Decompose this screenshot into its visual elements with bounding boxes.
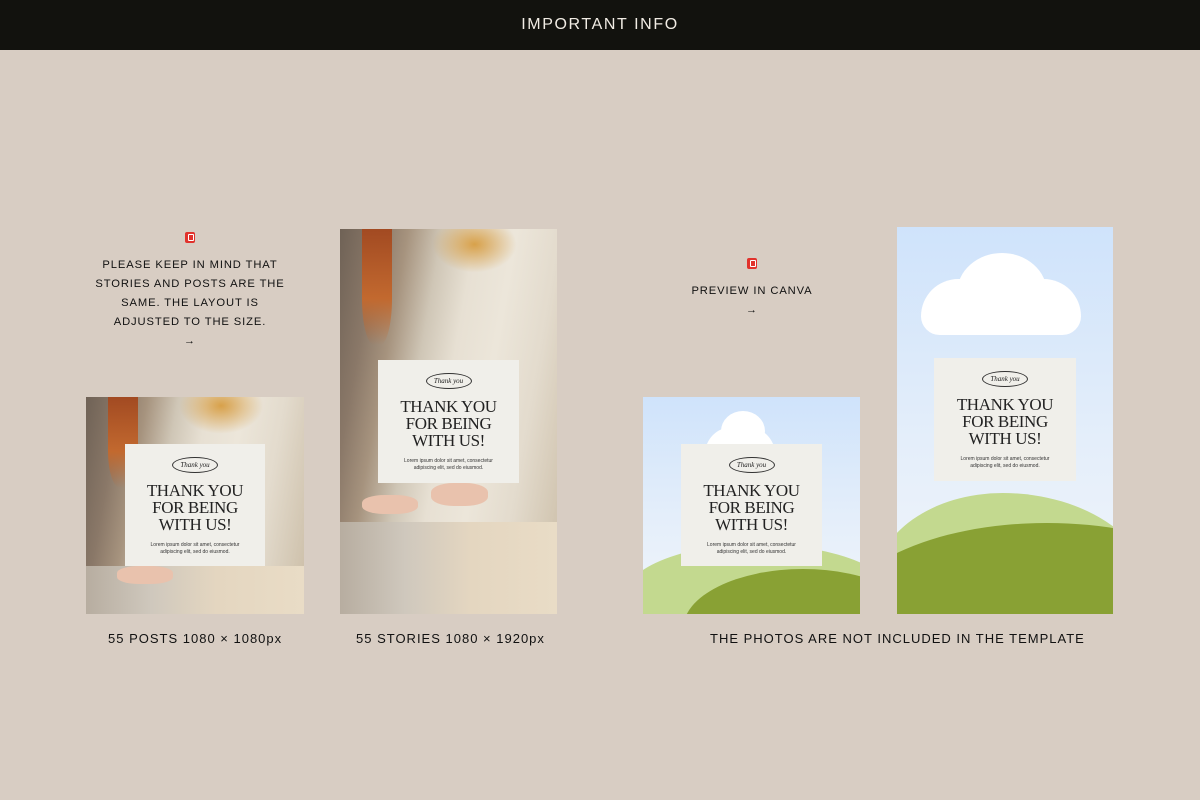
pin-icon: [747, 258, 757, 269]
photo-hand: [361, 494, 419, 514]
post-card: Thank you THANK YOU FOR BEING WITH US! L…: [681, 444, 822, 566]
layout-note-line-4: ADJUSTED TO THE SIZE.: [113, 316, 267, 328]
layout-note: PLEASE KEEP IN MIND THAT STORIES AND POS…: [95, 232, 285, 348]
posts-caption: 55 POSTS 1080 × 1080px: [108, 631, 283, 646]
card-headline: THANK YOU FOR BEING WITH US!: [934, 396, 1076, 447]
layout-note-line-2: STORIES AND POSTS ARE THE: [95, 278, 285, 290]
thank-you-badge: Thank you: [172, 457, 218, 473]
body-line-2: adipiscing elit, sed do eiusmod.: [413, 465, 484, 471]
body-line-2: adipiscing elit, sed do eiusmod.: [716, 549, 787, 555]
headline-line-3: WITH US!: [968, 429, 1042, 448]
story-card: Thank you THANK YOU FOR BEING WITH US! L…: [378, 360, 519, 483]
card-body: Lorem ipsum dolor sit amet, consectetur …: [378, 458, 519, 472]
preview-note[interactable]: PREVIEW IN CANVA →: [672, 258, 832, 317]
card-headline: THANK YOU FOR BEING WITH US!: [681, 482, 822, 533]
headline-line-2: FOR BEING: [708, 498, 795, 517]
headline-line-3: WITH US!: [715, 515, 788, 534]
body-line-2: adipiscing elit, sed do eiusmod.: [970, 463, 1040, 469]
stories-caption: 55 STORIES 1080 × 1920px: [356, 631, 545, 646]
thank-you-badge: Thank you: [425, 373, 472, 389]
headline-line-2: FOR BEING: [405, 414, 492, 433]
headline-line-1: THANK YOU: [703, 481, 800, 500]
card-headline: THANK YOU FOR BEING WITH US!: [378, 398, 519, 449]
preview-in-canva-link[interactable]: PREVIEW IN CANVA: [672, 282, 832, 301]
header-bar: IMPORTANT INFO: [0, 0, 1200, 50]
body-line-1: Lorem ipsum dolor sit amet, consectetur: [707, 542, 796, 548]
layout-note-line-1: PLEASE KEEP IN MIND THAT: [102, 259, 278, 271]
arrow-right-icon: →: [184, 335, 196, 347]
arrow-right-icon: →: [746, 304, 758, 316]
story-photo-mockup: Thank you THANK YOU FOR BEING WITH US! L…: [340, 229, 557, 614]
photos-not-included-caption: THE PHOTOS ARE NOT INCLUDED IN THE TEMPL…: [710, 631, 1085, 646]
headline-line-1: THANK YOU: [400, 397, 497, 416]
photo-hair: [361, 229, 393, 345]
layout-note-line-3: SAME. THE LAYOUT IS: [121, 297, 259, 309]
card-body: Lorem ipsum dolor sit amet, consectetur …: [934, 456, 1076, 470]
post-card: Thank you THANK YOU FOR BEING WITH US! L…: [125, 444, 265, 566]
card-body: Lorem ipsum dolor sit amet, consectetur …: [681, 542, 822, 556]
pin-icon: [185, 232, 195, 243]
headline-line-2: FOR BEING: [152, 498, 238, 517]
photo-legs: [340, 521, 557, 614]
headline-line-3: WITH US!: [158, 515, 232, 534]
story-sky-mockup: Thank you THANK YOU FOR BEING WITH US! L…: [897, 227, 1113, 614]
story-card: Thank you THANK YOU FOR BEING WITH US! L…: [934, 358, 1076, 481]
card-headline: THANK YOU FOR BEING WITH US!: [125, 482, 265, 533]
post-photo-mockup: Thank you THANK YOU FOR BEING WITH US! L…: [86, 397, 304, 614]
photo-hand: [431, 483, 488, 507]
body-line-1: Lorem ipsum dolor sit amet, consectetur: [150, 542, 240, 548]
page-title: IMPORTANT INFO: [521, 16, 679, 33]
card-body: Lorem ipsum dolor sit amet, consectetur …: [125, 542, 265, 556]
body-line-1: Lorem ipsum dolor sit amet, consectetur: [404, 458, 493, 464]
body-line-2: adipiscing elit, sed do eiusmod.: [160, 549, 230, 555]
headline-line-1: THANK YOU: [956, 395, 1054, 414]
headline-line-3: WITH US!: [412, 431, 485, 450]
headline-line-2: FOR BEING: [962, 412, 1048, 431]
headline-line-1: THANK YOU: [146, 481, 244, 500]
photo-hand: [116, 566, 174, 584]
cloud: [957, 253, 1047, 333]
thank-you-badge: Thank you: [728, 457, 775, 473]
thank-you-badge: Thank you: [982, 371, 1028, 387]
post-sky-mockup: Thank you THANK YOU FOR BEING WITH US! L…: [643, 397, 860, 614]
body-line-1: Lorem ipsum dolor sit amet, consectetur: [960, 456, 1050, 462]
